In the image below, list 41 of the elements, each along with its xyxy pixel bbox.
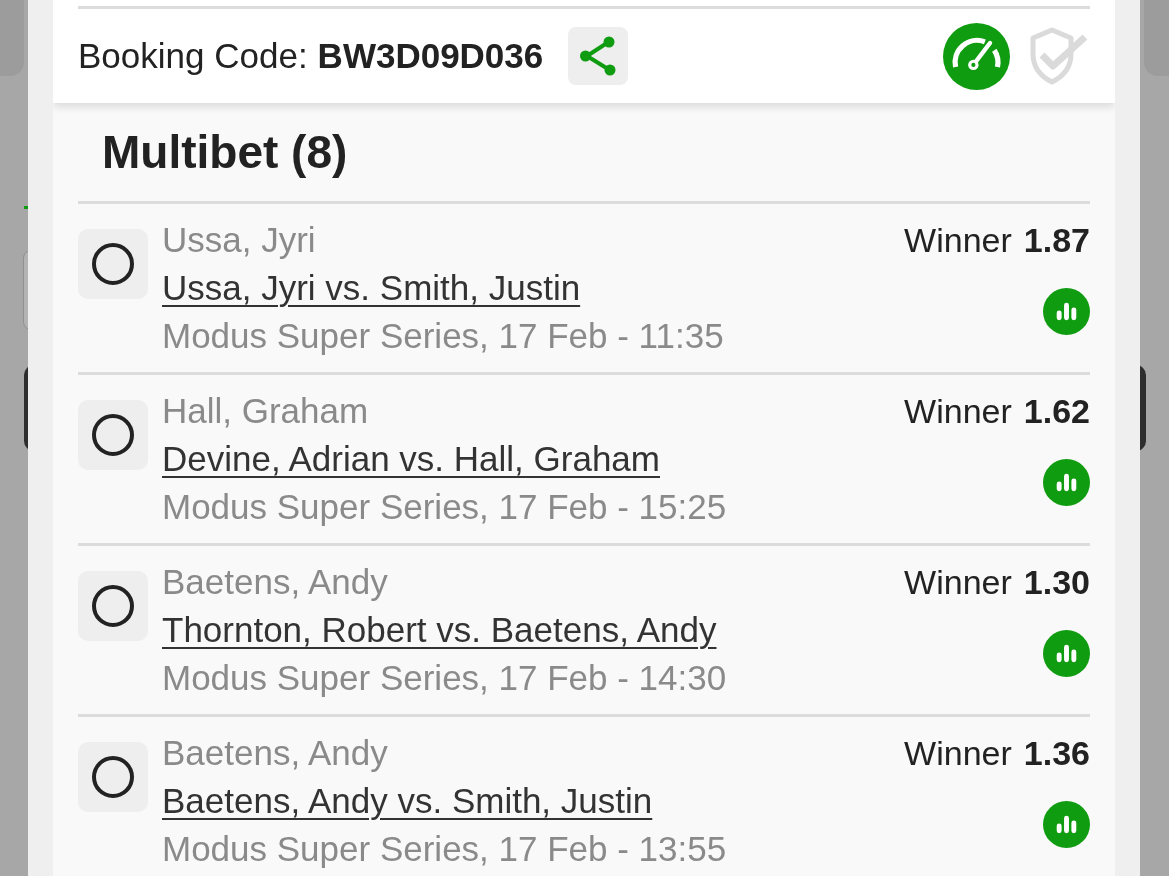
match-link[interactable]: Devine, Adrian vs. Hall, Graham [162, 435, 660, 483]
statistics-button[interactable] [1043, 459, 1090, 506]
match-link[interactable]: Ussa, Jyri vs. Smith, Justin [162, 264, 581, 312]
selection-name: Baetens, Andy [162, 732, 388, 774]
statistics-button[interactable] [1043, 801, 1090, 848]
radio-button[interactable] [78, 400, 148, 470]
odds-value: 1.36 [1023, 733, 1090, 774]
statistics-button[interactable] [1043, 288, 1090, 335]
event-details: Modus Super Series, 17 Feb - 14:30 [162, 657, 727, 699]
radio-button[interactable] [78, 571, 148, 641]
speedometer-icon [943, 22, 1010, 90]
market-label: Winner [904, 220, 1012, 261]
booking-code: BW3D09D036 [317, 34, 544, 77]
odds-value: 1.30 [1023, 562, 1090, 603]
event-details: Modus Super Series, 17 Feb - 13:55 [162, 828, 727, 870]
bar-chart-icon [1043, 288, 1090, 335]
bar-chart-icon [1043, 630, 1090, 677]
shield-check-button[interactable] [1028, 25, 1090, 87]
statistics-button[interactable] [1043, 630, 1090, 677]
radio-button[interactable] [78, 229, 148, 299]
bar-chart-icon [1043, 459, 1090, 506]
odds-value: 1.62 [1023, 391, 1090, 432]
event-details: Modus Super Series, 17 Feb - 11:35 [162, 315, 724, 357]
bar-chart-icon [1043, 801, 1090, 848]
match-link[interactable]: Baetens, Andy vs. Smith, Justin [162, 777, 653, 825]
selection-name: Baetens, Andy [162, 561, 388, 603]
radio-button[interactable] [78, 742, 148, 812]
odds-value: 1.87 [1023, 220, 1090, 261]
speedometer-button[interactable] [943, 22, 1010, 90]
multibet-title: Multibet (8) [102, 124, 348, 180]
event-details: Modus Super Series, 17 Feb - 15:25 [162, 486, 727, 528]
selection-name: Hall, Graham [162, 390, 369, 432]
selection-name: Ussa, Jyri [162, 219, 316, 261]
share-button[interactable] [568, 27, 629, 85]
market-label: Winner [904, 733, 1012, 774]
share-icon [579, 36, 618, 76]
market-label: Winner [904, 562, 1012, 603]
booking-code-label: Booking Code: [78, 34, 308, 77]
match-link[interactable]: Thornton, Robert vs. Baetens, Andy [162, 606, 717, 654]
shield-check-icon [1028, 25, 1090, 87]
market-label: Winner [904, 391, 1012, 432]
